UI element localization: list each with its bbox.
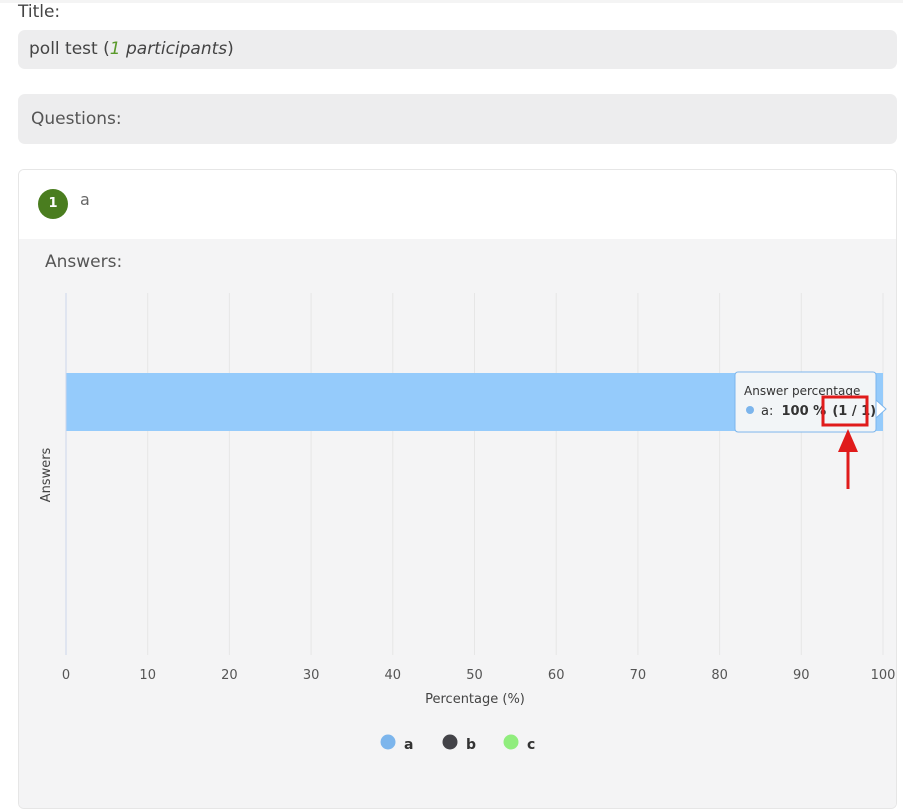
chart-legend: a b c [380, 734, 535, 753]
tooltip-fraction: (1 / 1) [832, 404, 876, 419]
legend-marker-c[interactable] [503, 734, 519, 750]
x-tick-70: 70 [630, 668, 647, 683]
x-tick-100: 100 [871, 668, 896, 683]
x-tick-30: 30 [303, 668, 320, 683]
tooltip-series-label: a: [761, 404, 773, 419]
x-tick-60: 60 [548, 668, 565, 683]
x-axis-title: Percentage (%) [425, 692, 525, 707]
x-axis-ticks: 0 10 20 30 40 50 60 70 80 90 100 [62, 668, 896, 683]
legend-marker-b[interactable] [442, 734, 458, 750]
y-axis-title: Answers [39, 447, 54, 502]
x-tick-0: 0 [62, 668, 70, 683]
x-tick-80: 80 [711, 668, 728, 683]
legend-label-a[interactable]: a [404, 737, 413, 753]
x-tick-10: 10 [139, 668, 156, 683]
x-tick-20: 20 [221, 668, 238, 683]
annotation-arrow [838, 429, 858, 489]
chart-gridlines [147, 293, 884, 655]
tooltip-series-marker [746, 406, 754, 414]
tooltip: Answer percentage a: 100 % (1 / 1) [734, 371, 887, 433]
x-tick-40: 40 [385, 668, 402, 683]
tooltip-value: 100 % [782, 404, 827, 419]
answers-chart: 0 10 20 30 40 50 60 70 80 90 100 Answers Percentag… [39, 293, 896, 753]
legend-label-b[interactable]: b [466, 737, 476, 753]
x-tick-90: 90 [793, 668, 810, 683]
legend-label-c[interactable]: c [527, 737, 535, 753]
x-tick-50: 50 [466, 668, 483, 683]
legend-marker-a[interactable] [380, 734, 396, 750]
